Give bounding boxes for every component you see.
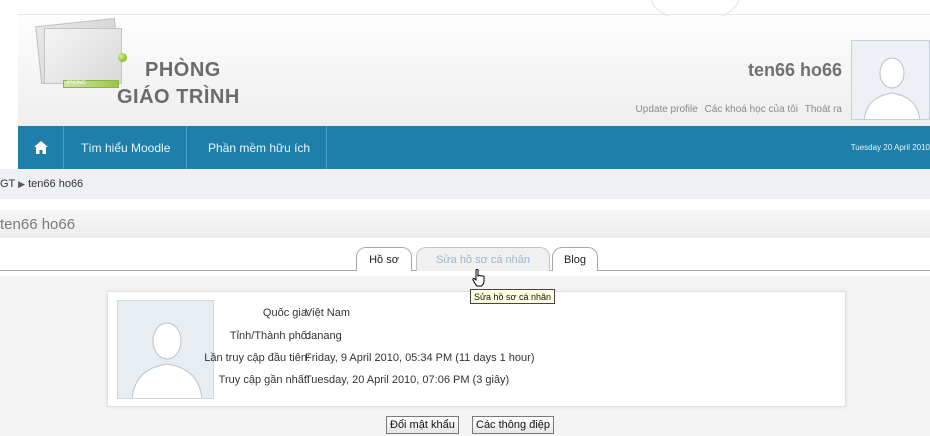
nav-home-button[interactable]	[18, 126, 64, 169]
main-nav: Tìm hiểu Moodle Phần mềm hữu ích Tuesday…	[18, 126, 930, 169]
messages-button[interactable]: Các thông điệp	[472, 416, 554, 434]
update-profile-link[interactable]: Update profile	[636, 104, 698, 115]
field-label: Tỉnh/Thành phố:	[229, 330, 310, 342]
breadcrumb-current: ten66 ho66	[28, 178, 84, 190]
logo-green-strip: PHÒNG	[63, 80, 119, 88]
logo-tag: PHÒNG	[67, 80, 86, 86]
nav-item-software[interactable]: Phần mềm hữu ích	[192, 126, 328, 169]
header-user-name[interactable]: ten66 ho66	[748, 60, 842, 81]
page-title-bar	[0, 210, 930, 238]
tab-profile[interactable]: Hồ sơ	[356, 247, 412, 271]
field-label: Quốc gia:	[262, 307, 310, 319]
logout-link[interactable]: Thoát ra	[805, 104, 842, 115]
field-value: danang	[305, 330, 342, 342]
logo-text-line1: PHÒNG	[145, 59, 221, 81]
nav-date: Tuesday 20 April 2010	[850, 143, 930, 152]
home-icon	[33, 141, 48, 154]
breadcrumb: GT ▶ ten66 ho66	[0, 169, 930, 199]
change-password-button[interactable]: Đổi mật khẩu	[386, 416, 459, 434]
field-value: Tuesday, 20 April 2010, 07:06 PM (3 giây…	[305, 374, 510, 386]
logo-pin-icon	[118, 53, 127, 62]
field-label: Lần truy cập đầu tiên:	[204, 352, 310, 364]
breadcrumb-root[interactable]: GT	[0, 178, 15, 190]
header-user-links: Update profile Các khoá học của tôi Thoá…	[632, 104, 842, 115]
field-label: Truy cập gần nhất:	[218, 374, 310, 386]
nav-item-moodle[interactable]: Tìm hiểu Moodle	[65, 126, 188, 169]
hand-cursor-icon	[472, 269, 486, 292]
tab-edit-profile[interactable]: Sửa hồ sơ cá nhân	[416, 247, 550, 271]
breadcrumb-separator-icon: ▶	[18, 179, 26, 189]
top-divider	[18, 14, 930, 15]
my-courses-link[interactable]: Các khoá học của tôi	[705, 104, 798, 115]
logo-card-front	[44, 28, 122, 84]
page-title: ten66 ho66	[0, 216, 76, 233]
header-avatar[interactable]	[851, 40, 930, 120]
tab-blog[interactable]: Blog	[552, 247, 598, 271]
avatar-silhouette-icon	[852, 41, 929, 119]
field-value: Việt Nam	[305, 307, 351, 319]
logo-text-line2: GIÁO TRÌNH	[117, 86, 240, 108]
field-value: Friday, 9 April 2010, 05:34 PM (11 days …	[305, 352, 535, 364]
